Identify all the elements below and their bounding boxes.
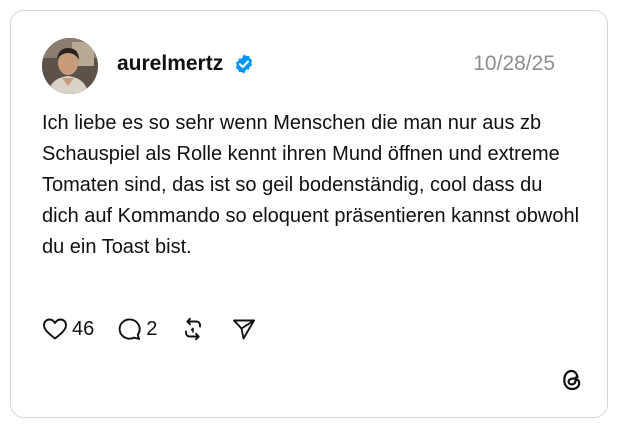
post-date: 10/28/25 bbox=[473, 52, 555, 75]
heart-icon bbox=[43, 318, 67, 340]
like-count: 46 bbox=[72, 318, 95, 340]
post-card: aurelmertz 10/28/25 Ich liebe es so sehr… bbox=[10, 10, 608, 418]
share-button[interactable] bbox=[231, 317, 257, 341]
username[interactable]: aurelmertz bbox=[117, 51, 223, 77]
repost-button[interactable] bbox=[181, 317, 205, 341]
like-button[interactable]: 46 bbox=[42, 316, 94, 342]
comment-bubble-icon bbox=[118, 318, 141, 340]
reply-count: 2 bbox=[146, 318, 158, 340]
reply-button[interactable]: 2 bbox=[116, 316, 157, 342]
repost-icon bbox=[185, 317, 202, 341]
avatar-image bbox=[42, 38, 98, 94]
send-icon bbox=[233, 319, 256, 340]
verified-badge-icon bbox=[235, 54, 253, 74]
avatar[interactable] bbox=[42, 38, 98, 94]
action-bar: 46 2 bbox=[42, 315, 257, 343]
threads-logo[interactable] bbox=[560, 367, 584, 393]
post-text: Ich liebe es so sehr wenn Menschen die m… bbox=[42, 112, 580, 258]
